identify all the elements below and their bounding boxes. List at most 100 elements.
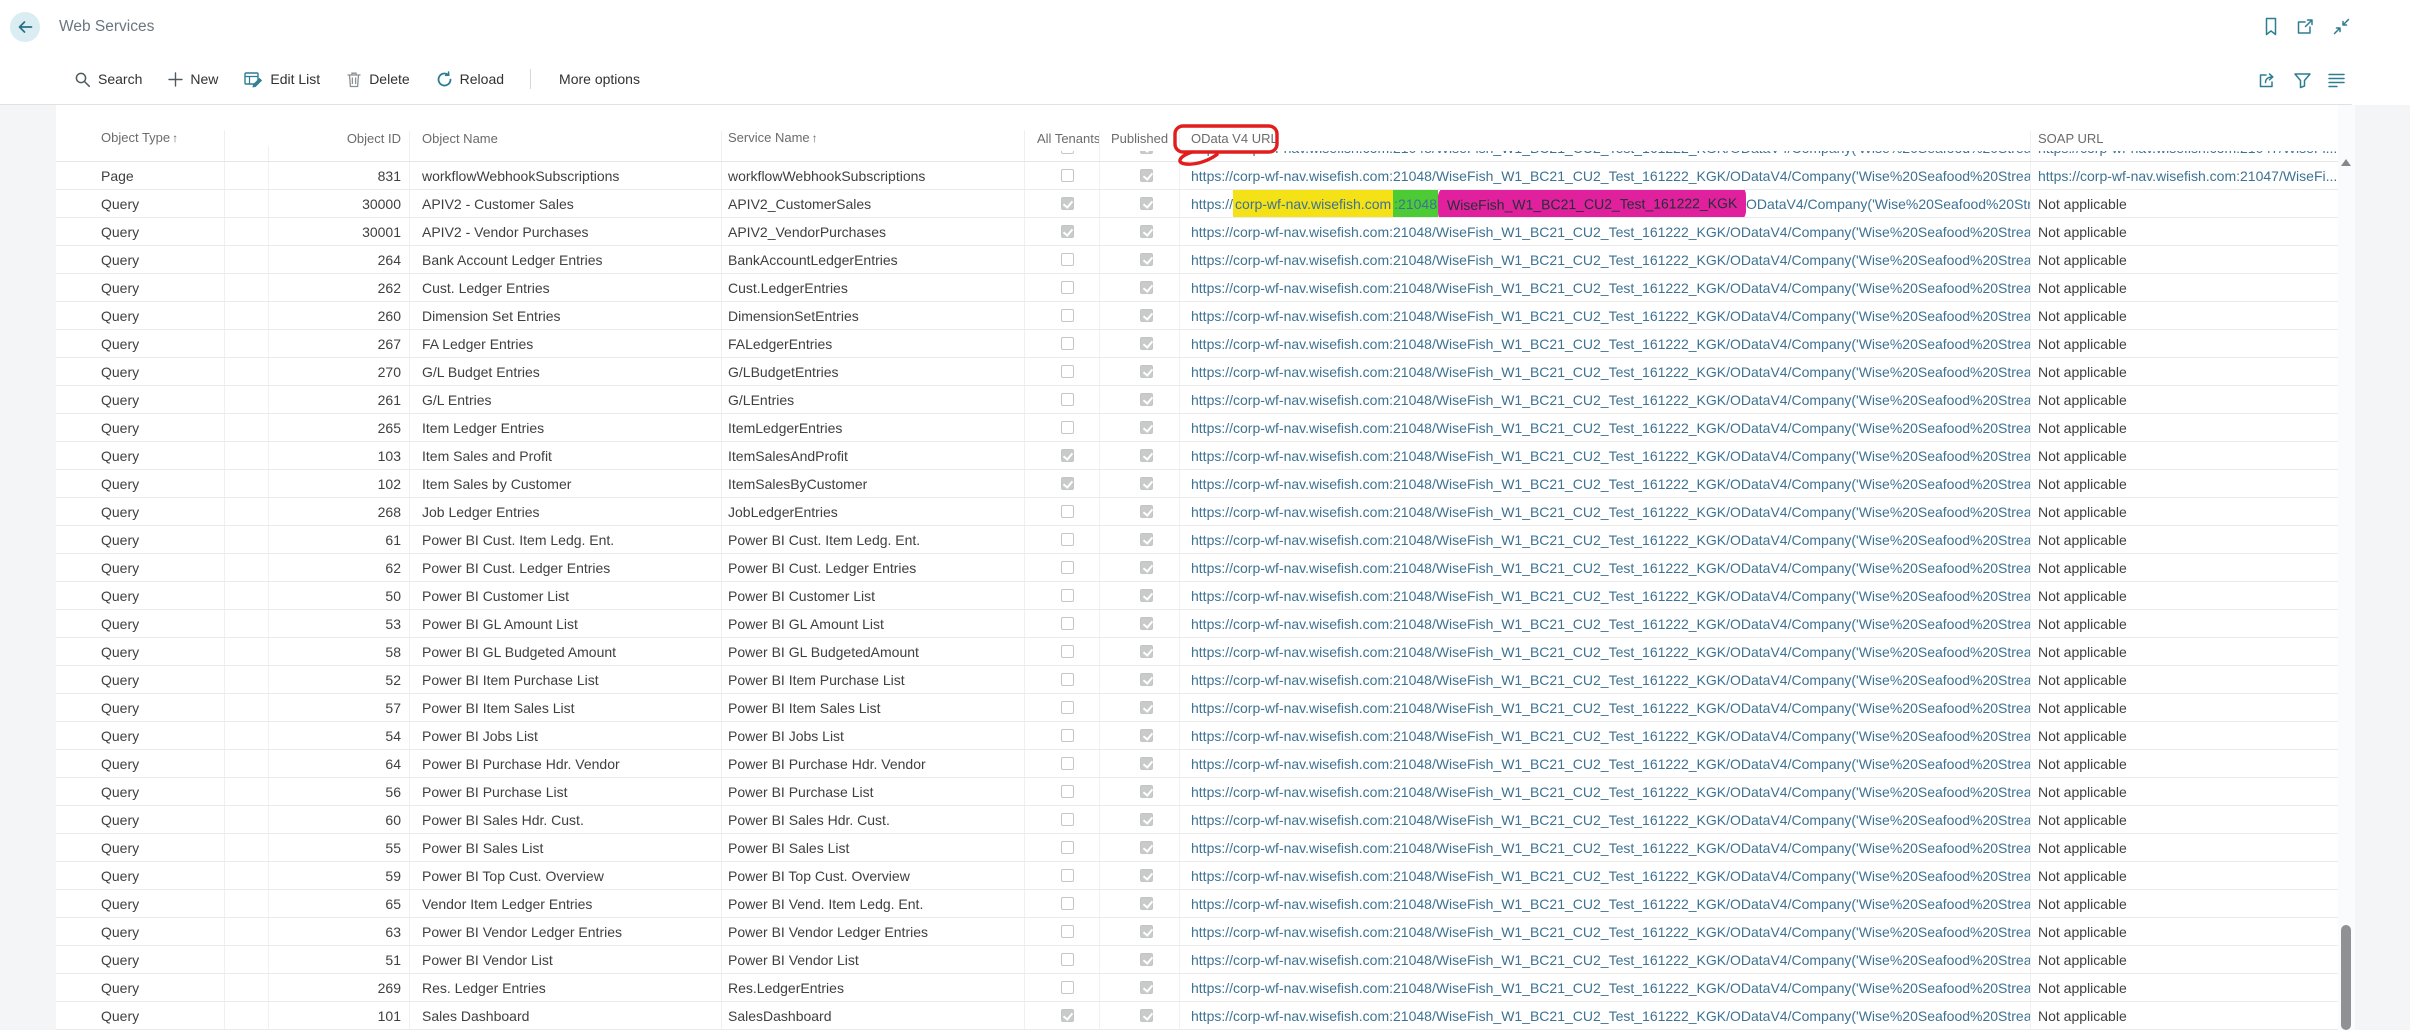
- all-tenants-checkbox[interactable]: [1061, 281, 1074, 294]
- row-selector-gutter[interactable]: [56, 862, 100, 889]
- cell-odata-v4-url[interactable]: https://corp-wf-nav.wisefish.com:21048/W…: [1180, 554, 2031, 581]
- cell-odata-v4-url[interactable]: https://corp-wf-nav.wisefish.com:21048/W…: [1180, 638, 2031, 665]
- all-tenants-checkbox[interactable]: [1061, 169, 1074, 182]
- row-selector-gutter[interactable]: [56, 778, 100, 805]
- table-row[interactable]: Query 30001 APIV2 - Vendor Purchases API…: [56, 218, 2338, 246]
- table-row[interactable]: Query 264 Bank Account Ledger Entries Ba…: [56, 246, 2338, 274]
- published-checkbox[interactable]: [1140, 505, 1153, 518]
- published-checkbox[interactable]: [1140, 869, 1153, 882]
- published-checkbox[interactable]: [1140, 309, 1153, 322]
- table-row[interactable]: Query 101 Sales Dashboard SalesDashboard…: [56, 1002, 2338, 1030]
- all-tenants-checkbox[interactable]: [1061, 869, 1074, 882]
- table-row[interactable]: Query 54 Power BI Jobs List Power BI Job…: [56, 722, 2338, 750]
- published-checkbox[interactable]: [1140, 645, 1153, 658]
- row-selector-gutter[interactable]: [56, 386, 100, 413]
- all-tenants-checkbox[interactable]: [1061, 645, 1074, 658]
- row-selector-gutter[interactable]: [56, 834, 100, 861]
- published-checkbox[interactable]: [1140, 533, 1153, 546]
- row-selector-gutter[interactable]: [56, 526, 100, 553]
- row-selector-gutter[interactable]: [56, 750, 100, 777]
- cell-odata-v4-url[interactable]: https://corp-wf-nav.wisefish.com:21048/W…: [1180, 302, 2031, 329]
- all-tenants-checkbox[interactable]: [1061, 533, 1074, 546]
- all-tenants-checkbox[interactable]: [1061, 785, 1074, 798]
- cell-odata-v4-url[interactable]: https://corp-wf-nav.wisefish.com:21048/W…: [1180, 218, 2031, 245]
- cell-odata-v4-url[interactable]: https://corp-wf-nav.wisefish.com:21048/W…: [1180, 806, 2031, 833]
- all-tenants-checkbox[interactable]: [1061, 365, 1074, 378]
- cell-odata-v4-url[interactable]: https://corp-wf-nav.wisefish.com:21048/W…: [1180, 582, 2031, 609]
- published-checkbox[interactable]: [1140, 421, 1153, 434]
- table-row[interactable]: Page 831 workflowWebhookSubscriptions wo…: [56, 162, 2338, 190]
- column-header-soap-url[interactable]: SOAP URL: [2031, 131, 2338, 151]
- search-button[interactable]: Search: [74, 71, 142, 88]
- table-row[interactable]: Query 267 FA Ledger Entries FALedgerEntr…: [56, 330, 2338, 358]
- table-row[interactable]: Query 260 Dimension Set Entries Dimensio…: [56, 302, 2338, 330]
- all-tenants-checkbox[interactable]: [1061, 981, 1074, 994]
- table-row[interactable]: Query 103 Item Sales and Profit ItemSale…: [56, 442, 2338, 470]
- table-row[interactable]: Query 261 G/L Entries G/LEntries https:/…: [56, 386, 2338, 414]
- published-checkbox[interactable]: [1140, 337, 1153, 350]
- row-selector-gutter[interactable]: [56, 582, 100, 609]
- cell-odata-v4-url[interactable]: https://corp-wf-nav.wisefish.com:21048/W…: [1180, 862, 2031, 889]
- bookmark-icon[interactable]: [2263, 17, 2279, 36]
- published-checkbox[interactable]: [1140, 225, 1153, 238]
- row-selector-gutter[interactable]: [56, 302, 100, 329]
- row-selector-gutter[interactable]: [56, 274, 100, 301]
- all-tenants-checkbox[interactable]: [1061, 225, 1074, 238]
- published-checkbox[interactable]: [1140, 589, 1153, 602]
- all-tenants-checkbox[interactable]: [1061, 253, 1074, 266]
- cell-odata-v4-url[interactable]: https://corp-wf-nav.wisefish.com:21048/W…: [1180, 442, 2031, 469]
- row-selector-gutter[interactable]: [56, 358, 100, 385]
- table-row[interactable]: Query 58 Power BI GL Budgeted Amount Pow…: [56, 638, 2338, 666]
- published-checkbox[interactable]: [1140, 281, 1153, 294]
- more-options-button[interactable]: More options: [559, 71, 640, 87]
- table-row[interactable]: Query 52 Power BI Item Purchase List Pow…: [56, 666, 2338, 694]
- row-selector-gutter[interactable]: [56, 890, 100, 917]
- table-row[interactable]: Query 65 Vendor Item Ledger Entries Powe…: [56, 890, 2338, 918]
- row-selector-gutter[interactable]: [56, 638, 100, 665]
- all-tenants-checkbox[interactable]: [1061, 309, 1074, 322]
- row-selector-gutter[interactable]: [56, 414, 100, 441]
- new-button[interactable]: New: [168, 71, 218, 87]
- cell-odata-v4-url[interactable]: https://corp-wf-nav.wisefish.com:21048/W…: [1180, 414, 2031, 441]
- row-selector-gutter[interactable]: [56, 246, 100, 273]
- table-row[interactable]: Query 55 Power BI Sales List Power BI Sa…: [56, 834, 2338, 862]
- table-row[interactable]: Query 61 Power BI Cust. Item Ledg. Ent. …: [56, 526, 2338, 554]
- row-selector-gutter[interactable]: [56, 218, 100, 245]
- published-checkbox[interactable]: [1140, 897, 1153, 910]
- cell-odata-v4-url[interactable]: https://corp-wf-nav.wisefish.com:21048/W…: [1180, 890, 2031, 917]
- column-header-object-id[interactable]: Object ID: [269, 131, 410, 151]
- table-row[interactable]: Query 50 Power BI Customer List Power BI…: [56, 582, 2338, 610]
- table-row[interactable]: Query 62 Power BI Cust. Ledger Entries P…: [56, 554, 2338, 582]
- cell-odata-v4-url[interactable]: https://corp-wf-nav.wisefish.com:21048/W…: [1180, 946, 2031, 973]
- scrollbar-track[interactable]: [2338, 105, 2355, 1030]
- published-checkbox[interactable]: [1140, 953, 1153, 966]
- cell-odata-v4-url[interactable]: https://corp-wf-nav.wisefish.com:21048/W…: [1180, 750, 2031, 777]
- row-selector-gutter[interactable]: [56, 162, 100, 189]
- all-tenants-checkbox[interactable]: [1061, 197, 1074, 210]
- all-tenants-checkbox[interactable]: [1061, 841, 1074, 854]
- column-header-object-type[interactable]: Object Type↑: [100, 130, 225, 151]
- row-selector-gutter[interactable]: [56, 470, 100, 497]
- cell-soap-url[interactable]: https://corp-wf-nav.wisefish.com:21047/W…: [2031, 151, 2338, 161]
- all-tenants-checkbox[interactable]: [1061, 561, 1074, 574]
- delete-button[interactable]: Delete: [346, 71, 409, 88]
- cell-odata-v4-url[interactable]: https://corp-wf-nav.wisefish.com:21048/W…: [1180, 722, 2031, 749]
- table-row[interactable]: Query 268 Job Ledger Entries JobLedgerEn…: [56, 498, 2338, 526]
- table-row[interactable]: Query 265 Item Ledger Entries ItemLedger…: [56, 414, 2338, 442]
- table-row[interactable]: Query 262 Cust. Ledger Entries Cust.Ledg…: [56, 274, 2338, 302]
- filter-icon[interactable]: [2293, 71, 2312, 89]
- cell-odata-v4-url[interactable]: https://corp-wf-nav.wisefish.com:21048/W…: [1180, 246, 2031, 273]
- row-selector-gutter[interactable]: [56, 974, 100, 1001]
- table-row[interactable]: Query 269 Res. Ledger Entries Res.Ledger…: [56, 974, 2338, 1002]
- cell-odata-v4-url[interactable]: https://corp-wf-nav.wisefish.com:21048/W…: [1180, 526, 2031, 553]
- all-tenants-checkbox[interactable]: [1061, 337, 1074, 350]
- published-checkbox[interactable]: [1140, 673, 1153, 686]
- all-tenants-checkbox[interactable]: [1061, 953, 1074, 966]
- table-row[interactable]: Query 59 Power BI Top Cust. Overview Pow…: [56, 862, 2338, 890]
- cell-odata-v4-url[interactable]: https://corp-wf-nav.wisefish.com:21048/W…: [1180, 190, 2031, 217]
- published-checkbox[interactable]: [1140, 757, 1153, 770]
- column-header-all-tenants[interactable]: All Tenants: [1025, 131, 1100, 151]
- row-selector-gutter[interactable]: [56, 694, 100, 721]
- published-checkbox[interactable]: [1140, 925, 1153, 938]
- all-tenants-checkbox[interactable]: [1061, 673, 1074, 686]
